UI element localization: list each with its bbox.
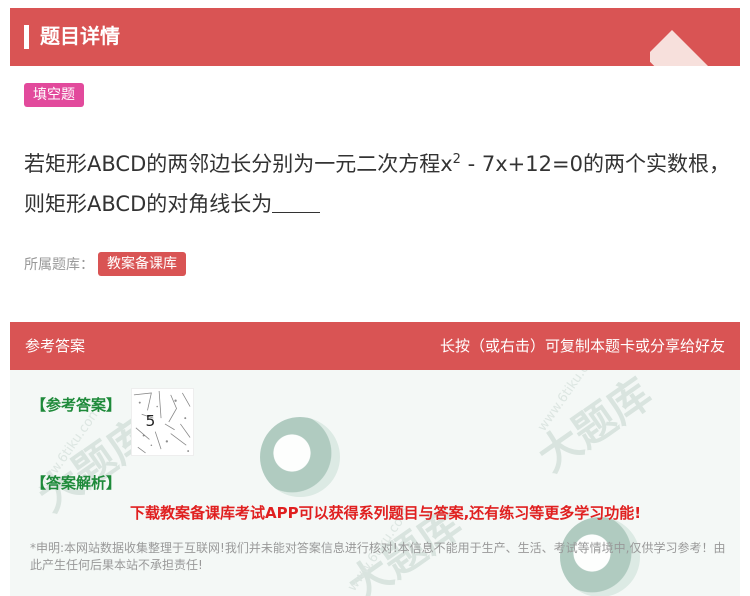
answer-blank — [272, 187, 321, 213]
question-superscript: 2 — [452, 152, 461, 167]
corner-ribbon: 题卡 — [650, 8, 740, 66]
answer-image-scan: 5 — [132, 389, 193, 455]
disclaimer-text: *申明:本网站数据收集整理于互联网!我们并未能对答案信息进行核对!本信息不能用于… — [30, 541, 726, 572]
answer-share-hint: 长按（或右击）可复制本题卡或分享给好友 — [439, 337, 725, 355]
library-label: 所属题库： — [24, 257, 94, 273]
page-title: 题目详情 — [40, 24, 120, 48]
answer-header-title: 参考答案 — [25, 337, 86, 355]
question-text: 若矩形ABCD的两邻边长分别为一元二次方程x2 - 7x+12=0的两个实数根，… — [24, 144, 734, 224]
answer-image-value: 5 — [146, 412, 156, 430]
answer-panel: 大题库 大题库 大题库 www.6tiku.com www.6tiku.com … — [10, 322, 740, 596]
reference-answer-label: 【参考答案】 — [31, 396, 122, 414]
answer-image: 5 — [131, 388, 194, 456]
header-accent-bar — [24, 25, 29, 49]
watermark-logo-icon — [260, 417, 340, 497]
corner-ribbon-label: 题卡 — [650, 30, 740, 66]
app-promo-link[interactable]: 下载教案备课库考试APP可以获得系列题目与答案,还有练习等更多学习功能! — [130, 502, 641, 523]
question-text-part1: 若矩形ABCD的两邻边长分别为一元二次方程x — [24, 152, 453, 176]
answer-header: 参考答案 长按（或右击）可复制本题卡或分享给好友 — [10, 322, 740, 370]
analysis-label: 【答案解析】 — [31, 474, 122, 492]
question-type-badge: 填空题 — [24, 83, 84, 107]
header-bar: 题目详情 题卡 — [10, 8, 740, 66]
library-badge[interactable]: 教案备课库 — [98, 252, 186, 276]
library-row: 所属题库： 教案备课库 — [24, 252, 186, 276]
